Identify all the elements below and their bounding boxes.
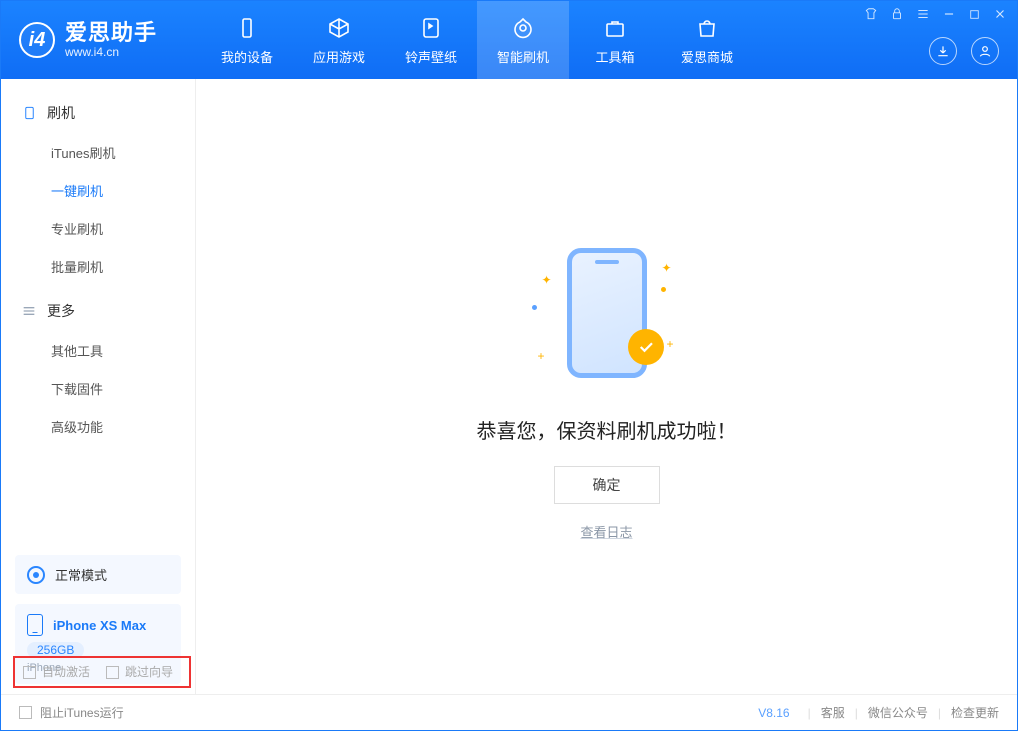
body: 刷机iTunes刷机一键刷机专业刷机批量刷机更多其他工具下载固件高级功能 正常模… — [1, 79, 1017, 694]
nav-icon — [694, 15, 720, 41]
sidebar-group-head[interactable]: 更多 — [1, 295, 195, 331]
download-button[interactable] — [929, 37, 957, 65]
title-bar-controls — [864, 7, 1007, 24]
app-window: i4 爱思助手 www.i4.cn 我的设备 应用游戏 铃声壁纸 智能刷机 工具箱 爱思商… — [0, 0, 1018, 731]
dot-icon — [661, 287, 666, 292]
nav-icon — [326, 15, 352, 41]
skip-guide-label: 跳过向导 — [125, 665, 173, 679]
nav-tab-2[interactable]: 铃声壁纸 — [385, 1, 477, 79]
brand-url: www.i4.cn — [65, 46, 157, 59]
nav-label: 爱思商城 — [681, 47, 733, 66]
flash-options: 自动激活 跳过向导 — [23, 663, 173, 680]
footer-right: V8.16 | 客服 | 微信公众号 | 检查更新 — [758, 704, 999, 721]
checkmark-badge-icon — [628, 329, 664, 365]
phone-icon — [27, 614, 43, 636]
sidebar-group-head[interactable]: 刷机 — [1, 97, 195, 133]
group-icon — [21, 105, 37, 121]
version-label: V8.16 — [758, 706, 789, 720]
sidebar-item[interactable]: 批量刷机 — [51, 247, 195, 285]
nav-label: 我的设备 — [221, 47, 273, 66]
nav-label: 工具箱 — [595, 47, 634, 66]
sidebar-item[interactable]: 专业刷机 — [51, 209, 195, 247]
sidebar-item[interactable]: 其他工具 — [51, 331, 195, 369]
footer-link-wechat[interactable]: 微信公众号 — [868, 704, 928, 721]
sidebar-item[interactable]: 一键刷机 — [51, 171, 195, 209]
sidebar-item[interactable]: 下载固件 — [51, 369, 195, 407]
minimize-button[interactable] — [942, 7, 956, 24]
nav-icon — [602, 15, 628, 41]
block-itunes-label: 阻止iTunes运行 — [40, 704, 124, 721]
nav-icon — [510, 15, 536, 41]
sparkle-icon: + — [666, 337, 673, 351]
ok-button[interactable]: 确定 — [554, 466, 660, 504]
tshirt-icon[interactable] — [864, 7, 878, 24]
lock-icon[interactable] — [890, 7, 904, 24]
nav-tab-5[interactable]: 爱思商城 — [661, 1, 753, 79]
device-name: iPhone XS Max — [53, 618, 146, 633]
nav-tab-1[interactable]: 应用游戏 — [293, 1, 385, 79]
footer-link-update[interactable]: 检查更新 — [951, 704, 999, 721]
sparkle-icon: ✦ — [542, 273, 552, 287]
menu-icon[interactable] — [916, 7, 930, 24]
nav-label: 铃声壁纸 — [405, 47, 457, 66]
header-bar: i4 爱思助手 www.i4.cn 我的设备 应用游戏 铃声壁纸 智能刷机 工具箱 爱思商… — [1, 1, 1017, 79]
mode-card[interactable]: 正常模式 — [15, 555, 181, 594]
sparkle-icon: + — [538, 349, 545, 363]
block-itunes-checkbox[interactable] — [19, 706, 32, 719]
close-button[interactable] — [993, 7, 1007, 24]
device-capacity: 256GB — [27, 642, 84, 658]
sparkle-icon: ✦ — [661, 261, 671, 275]
nav-tab-3[interactable]: 智能刷机 — [477, 1, 569, 79]
brand: i4 爱思助手 www.i4.cn — [1, 1, 201, 79]
auto-activate-checkbox[interactable] — [23, 666, 36, 679]
view-log-link[interactable]: 查看日志 — [580, 522, 632, 541]
nav-tab-0[interactable]: 我的设备 — [201, 1, 293, 79]
sidebar-scroll: 刷机iTunes刷机一键刷机专业刷机批量刷机更多其他工具下载固件高级功能 — [1, 79, 195, 545]
header-right-buttons — [929, 37, 999, 65]
nav-label: 应用游戏 — [313, 47, 365, 66]
maximize-button[interactable] — [968, 8, 981, 24]
nav-label: 智能刷机 — [497, 47, 549, 66]
mode-icon — [27, 566, 45, 584]
nav-tab-4[interactable]: 工具箱 — [569, 1, 661, 79]
mode-label: 正常模式 — [55, 565, 107, 584]
main-content: ✦ ✦ + + 恭喜您，保资料刷机成功啦！ 确定 查看日志 — [196, 79, 1017, 694]
dot-icon — [532, 305, 537, 310]
account-button[interactable] — [971, 37, 999, 65]
skip-guide-checkbox[interactable] — [106, 666, 119, 679]
success-illustration: ✦ ✦ + + — [522, 233, 692, 393]
footer-link-support[interactable]: 客服 — [821, 704, 845, 721]
group-icon — [21, 303, 37, 319]
nav-icon — [234, 15, 260, 41]
nav-icon — [418, 15, 444, 41]
status-bar: 阻止iTunes运行 V8.16 | 客服 | 微信公众号 | 检查更新 — [1, 694, 1017, 730]
sidebar-item[interactable]: iTunes刷机 — [51, 133, 195, 171]
sidebar-item[interactable]: 高级功能 — [51, 407, 195, 445]
sidebar: 刷机iTunes刷机一键刷机专业刷机批量刷机更多其他工具下载固件高级功能 正常模… — [1, 79, 196, 694]
success-message: 恭喜您，保资料刷机成功啦！ — [477, 415, 737, 444]
brand-name: 爱思助手 — [65, 21, 157, 45]
auto-activate-label: 自动激活 — [42, 665, 90, 679]
brand-logo-icon: i4 — [19, 22, 55, 58]
